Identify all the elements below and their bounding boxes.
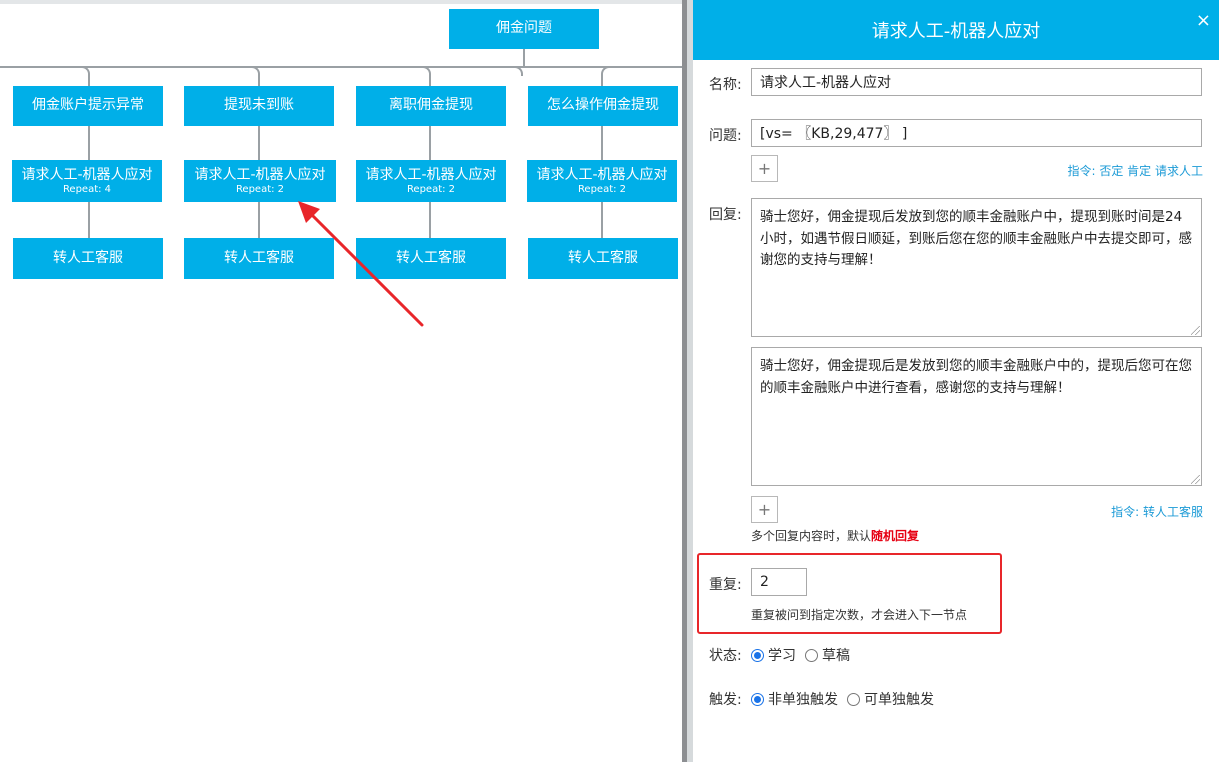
tree-node-root[interactable]: 佣金问题 [449,9,599,49]
radio-checked-icon [751,692,764,706]
question-command-links[interactable]: 指令: 否定 肯定 请求人工 [1068,162,1204,179]
connector [258,202,260,238]
connector [601,74,603,86]
name-input[interactable]: 请求人工-机器人应对 [751,68,1202,96]
radio-unchecked-icon [805,648,818,662]
connector [429,74,431,86]
node-label: 佣金账户提示异常 [32,97,144,114]
reply-text-1: 骑士您好，佣金提现后发放到您的顺丰金融账户中，提现到账时间是24小时，如遇节假日… [760,209,1192,269]
repeat-input-value: 2 [760,574,769,590]
connector [429,126,431,160]
reply-text-2: 骑士您好，佣金提现后是发放到您的顺丰金融账户中的，提现后您可在您的顺丰金融账户中… [760,358,1192,396]
connector [601,202,603,238]
status-option-label: 草稿 [822,648,850,664]
flow-tree-canvas[interactable]: 佣金问题 佣金账户提示异常 提现未到账 离职佣金提现 怎么操作佣金提现 请求人工… [0,0,682,762]
repeat-label: 重复: [709,577,742,593]
tree-node-l1[interactable]: 提现未到账 [184,86,334,126]
connector [601,126,603,160]
reply-command-links[interactable]: 指令: 转人工客服 [1111,503,1203,520]
status-option-label: 学习 [768,648,796,664]
tree-node-l1[interactable]: 佣金账户提示异常 [13,86,163,126]
tree-node-l1[interactable]: 怎么操作佣金提现 [528,86,678,126]
status-radio-draft[interactable]: 草稿 [805,645,850,665]
node-label: 请求人工-机器人应对 [536,166,668,183]
trigger-radio-standalone[interactable]: 可单独触发 [847,689,934,709]
node-repeat-count: Repeat: 2 [235,184,285,196]
node-repeat-count: Repeat: 4 [62,184,112,196]
panel-title: 请求人工-机器人应对 [871,21,1041,42]
node-label: 怎么操作佣金提现 [547,97,659,114]
node-repeat-count: Repeat: 2 [577,184,627,196]
node-label: 转人工客服 [224,249,294,266]
reply-textarea-1[interactable]: 骑士您好，佣金提现后发放到您的顺丰金融账户中，提现到账时间是24小时，如遇节假日… [751,198,1202,337]
tree-node-l3[interactable]: 转人工客服 [528,238,678,279]
node-label: 提现未到账 [224,97,294,114]
canvas-top-border [0,0,682,4]
panel-header: 请求人工-机器人应对 × [693,0,1219,60]
node-label: 离职佣金提现 [389,97,473,114]
annotation-arrow-icon [298,201,424,327]
node-label: 佣金问题 [496,20,552,37]
name-input-value: 请求人工-机器人应对 [760,75,892,91]
reply-note-text: 多个回复内容时，默认 [751,529,872,543]
connector [88,126,90,160]
close-icon[interactable]: × [1196,12,1211,30]
connector [0,66,682,68]
radio-unchecked-icon [847,692,860,706]
node-label: 请求人工-机器人应对 [365,166,497,183]
reply-label: 回复: [709,207,742,223]
reply-note: 多个回复内容时，默认随机回复 [751,527,919,544]
connector [88,74,90,86]
tree-node-l3[interactable]: 转人工客服 [13,238,163,279]
status-radio-learn[interactable]: 学习 [751,645,796,665]
add-question-button[interactable]: + [751,155,778,182]
node-label: 请求人工-机器人应对 [194,166,326,183]
connector [258,74,260,86]
trigger-option-label: 可单独触发 [864,692,934,708]
connector [258,126,260,160]
name-label: 名称: [709,77,742,93]
add-reply-button[interactable]: + [751,496,778,523]
question-input-value: [vs= 〖KB,29,477〗 ] [760,126,908,142]
tree-node-l1[interactable]: 离职佣金提现 [356,86,506,126]
trigger-radio-nonstandalone[interactable]: 非单独触发 [751,689,838,709]
connector [88,202,90,238]
tree-node-l2[interactable]: 请求人工-机器人应对 Repeat: 4 [12,160,162,202]
resize-grip-icon[interactable] [1191,326,1200,335]
trigger-label: 触发: [709,692,742,708]
node-repeat-count: Repeat: 2 [406,184,456,196]
question-input[interactable]: [vs= 〖KB,29,477〗 ] [751,119,1202,147]
status-label: 状态: [709,648,742,664]
tree-node-l2[interactable]: 请求人工-机器人应对 Repeat: 2 [527,160,677,202]
question-label: 问题: [709,128,742,144]
radio-checked-icon [751,648,764,662]
trigger-option-label: 非单独触发 [768,692,838,708]
reply-note-highlight: 随机回复 [871,529,920,543]
node-edit-panel: 请求人工-机器人应对 × 名称: 请求人工-机器人应对 问题: [vs= 〖KB… [693,0,1219,762]
repeat-note: 重复被问到指定次数，才会进入下一节点 [751,608,968,622]
connector [523,49,525,66]
repeat-input[interactable]: 2 [751,568,807,596]
resize-grip-icon[interactable] [1191,475,1200,484]
reply-textarea-2[interactable]: 骑士您好，佣金提现后是发放到您的顺丰金融账户中的，提现后您可在您的顺丰金融账户中… [751,347,1202,486]
node-label: 转人工客服 [53,249,123,266]
node-label: 请求人工-机器人应对 [21,166,153,183]
node-label: 转人工客服 [568,249,638,266]
